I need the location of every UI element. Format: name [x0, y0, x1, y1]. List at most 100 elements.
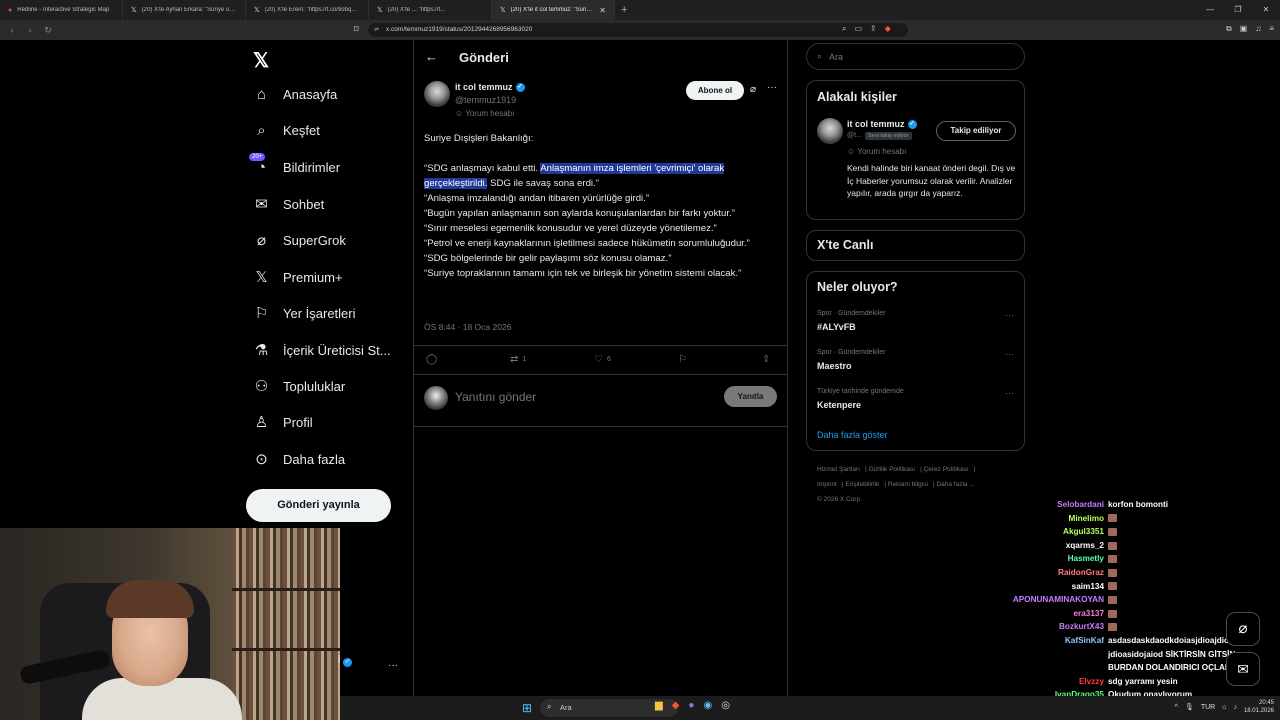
trend-name[interactable]: #ALYvFB [817, 322, 856, 332]
brave-shield-icon[interactable]: ◆ [885, 24, 891, 34]
footer-link[interactable]: Erişilebilirlik [845, 481, 879, 488]
chat-emote-icon [1108, 568, 1117, 577]
footer-link[interactable]: Daha fazla ... [936, 481, 974, 488]
url-field[interactable]: ⇌ x.com/temmuz1919/status/20129442689569… [368, 23, 908, 37]
chat-username: APONUNAMINAKOYAN [1012, 595, 1104, 605]
lang-indicator[interactable]: TUR [1201, 704, 1215, 711]
author-name[interactable]: it col temmuz ✓ [455, 82, 525, 92]
related-handle[interactable]: @t... Seni takip ediyor [847, 132, 912, 140]
network-icon[interactable]: ⌂ [1222, 704, 1226, 711]
nav-more[interactable]: ⊙ Daha fazla [253, 450, 345, 468]
nav-creator-studio[interactable]: ⚗ İçerik Üreticisi St... [253, 341, 391, 359]
x-logo-icon[interactable]: 𝕏 [253, 48, 269, 73]
discord-icon[interactable]: ● [688, 700, 694, 711]
avatar[interactable] [817, 118, 843, 144]
reply-button[interactable]: Yanıtla [724, 386, 777, 407]
trend-name[interactable]: Maestro [817, 361, 852, 371]
screen-icon[interactable]: ▭ [854, 24, 862, 34]
more-options-icon[interactable]: ··· [1005, 388, 1014, 398]
share-icon[interactable]: ⇪ [762, 354, 770, 365]
clock[interactable]: 20:45 18.01.2026 [1244, 699, 1274, 715]
browser-tab[interactable]: 𝕏 (20) X'te Ayhan Erkara: "Suriye ordus [123, 0, 246, 20]
forward-icon[interactable]: › [24, 25, 36, 36]
chat-text [1108, 595, 1280, 605]
author-handle[interactable]: @temmuz1919 [455, 95, 516, 105]
zoom-icon[interactable]: ⌕ [842, 24, 846, 34]
footer-link[interactable]: Hizmet Şartları [817, 466, 860, 473]
grok-fab-icon[interactable]: ⌀ [1226, 612, 1260, 646]
footer-link[interactable]: Gizlilik Politikası [868, 466, 915, 473]
mic-icon[interactable]: 🎙 [1185, 703, 1194, 711]
reply-icon[interactable]: ◯ [426, 354, 437, 365]
close-tab-icon[interactable]: ✕ [599, 6, 606, 15]
post-actions: ◯ ⇄ 1 ♡ 6 ⚐ ⇪ [414, 345, 787, 375]
more-options-icon[interactable]: ··· [767, 82, 777, 93]
nav-notifications[interactable]: ◔ 20+ Bildirimler [249, 153, 340, 176]
trend-name[interactable]: Ketenpere [817, 400, 861, 410]
chat-message: xqarms_2 [990, 541, 1280, 550]
author-avatar[interactable] [424, 81, 450, 107]
nav-home[interactable]: ⌂ Anasayfa [253, 86, 337, 103]
brave-icon[interactable]: ◆ [672, 700, 680, 711]
trend-category: Spor · Gündemdekiler [817, 349, 886, 356]
bookmark-icon[interactable]: ⚐ [678, 354, 687, 365]
browser-tab-active[interactable]: 𝕏 (20) X'te it col temmuz: "Suriye D ✕ [492, 0, 615, 20]
more-options-icon[interactable]: ··· [1005, 310, 1014, 320]
more-options-icon[interactable]: ··· [388, 660, 398, 671]
nav-messages[interactable]: ✉ Sohbet [253, 195, 324, 213]
account-name-partial[interactable]: i ✓ [338, 655, 353, 667]
footer-link[interactable]: Imprint [817, 481, 837, 488]
like-action[interactable]: ♡ 6 [594, 354, 611, 365]
retweet-action[interactable]: ⇄ 1 [510, 354, 526, 365]
new-tab-icon[interactable]: + [615, 4, 633, 16]
nav-premium[interactable]: 𝕏 Premium+ [253, 268, 342, 286]
reply-input[interactable]: Yanıtını gönder [455, 390, 536, 404]
minimize-icon[interactable]: — [1196, 0, 1224, 20]
post-line: “Suriye topraklarının tamamı için tek ve… [424, 268, 742, 279]
following-button[interactable]: Takip ediliyor [936, 121, 1016, 141]
nav-supergrok[interactable]: ⌀ SuperGrok [253, 231, 346, 249]
maximize-icon[interactable]: ❐ [1224, 0, 1252, 20]
windows-start-icon[interactable]: ⊞ [522, 701, 532, 715]
chat-text [1108, 554, 1280, 564]
wallet-icon[interactable]: ▣ [1240, 24, 1248, 34]
chevron-up-icon[interactable]: ^ [1175, 704, 1178, 711]
steam-icon[interactable]: ◉ [703, 700, 712, 711]
post-button[interactable]: Gönderi yayınla [246, 489, 391, 522]
chat-message: Minelimo [990, 514, 1280, 523]
nav-bookmarks[interactable]: ⚐ Yer İşaretleri [253, 304, 356, 322]
search-input[interactable]: ⌕ Ara [806, 43, 1025, 70]
messages-fab-icon[interactable]: ✉ [1226, 652, 1260, 686]
volume-icon[interactable]: ♪ [1233, 704, 1237, 711]
reload-icon[interactable]: ↻ [42, 25, 54, 36]
bookmark-page-icon[interactable]: ⌑ [354, 24, 359, 35]
more-options-icon[interactable]: ··· [1005, 349, 1014, 359]
subscribe-button[interactable]: Abone ol [686, 81, 744, 100]
back-icon[interactable]: ‹ [6, 25, 18, 36]
extensions-icon[interactable]: ⧉ [1226, 24, 1232, 34]
browser-tab[interactable]: 𝕏 (20) X'te ... "https://t... [369, 0, 492, 20]
obs-icon[interactable]: ◎ [721, 700, 730, 711]
grok-icon[interactable]: ⌀ [750, 84, 756, 95]
post-timestamp[interactable]: ÖS 8:44 · 18 Oca 2026 [424, 322, 511, 332]
footer-link[interactable]: Çerez Politikası [924, 466, 969, 473]
menu-icon[interactable]: ≡ [1269, 24, 1274, 34]
back-arrow-icon[interactable]: ← [425, 49, 438, 64]
show-more-link[interactable]: Daha fazla göster [817, 430, 888, 440]
media-icon[interactable]: ♫ [1255, 24, 1261, 34]
folder-icon[interactable]: ▆ [655, 700, 663, 711]
browser-tab[interactable]: 𝕏 (20) X'te Erem: "https://t.co/9obqVe" [246, 0, 369, 20]
close-window-icon[interactable]: ✕ [1252, 0, 1280, 20]
trend-category: Spor · Gündemdekiler [817, 310, 886, 317]
nav-communities[interactable]: ⚇ Topluluklar [253, 377, 345, 395]
live-card[interactable]: X'te Canlı [806, 230, 1025, 261]
chat-username [990, 650, 1108, 659]
nav-explore[interactable]: ⌕ Keşfet [253, 122, 320, 139]
share-icon[interactable]: ⇪ [870, 24, 877, 34]
site-info-icon[interactable]: ⇌ [374, 23, 379, 37]
browser-tab[interactable]: ● Redline - Interactive Strategic Map [0, 0, 123, 20]
nav-profile[interactable]: ♙ Profil [253, 413, 313, 431]
chat-username [990, 663, 1108, 672]
footer-link[interactable]: Reklam bilgisi [888, 481, 928, 488]
related-name[interactable]: it col temmuz ✓ [847, 119, 917, 129]
